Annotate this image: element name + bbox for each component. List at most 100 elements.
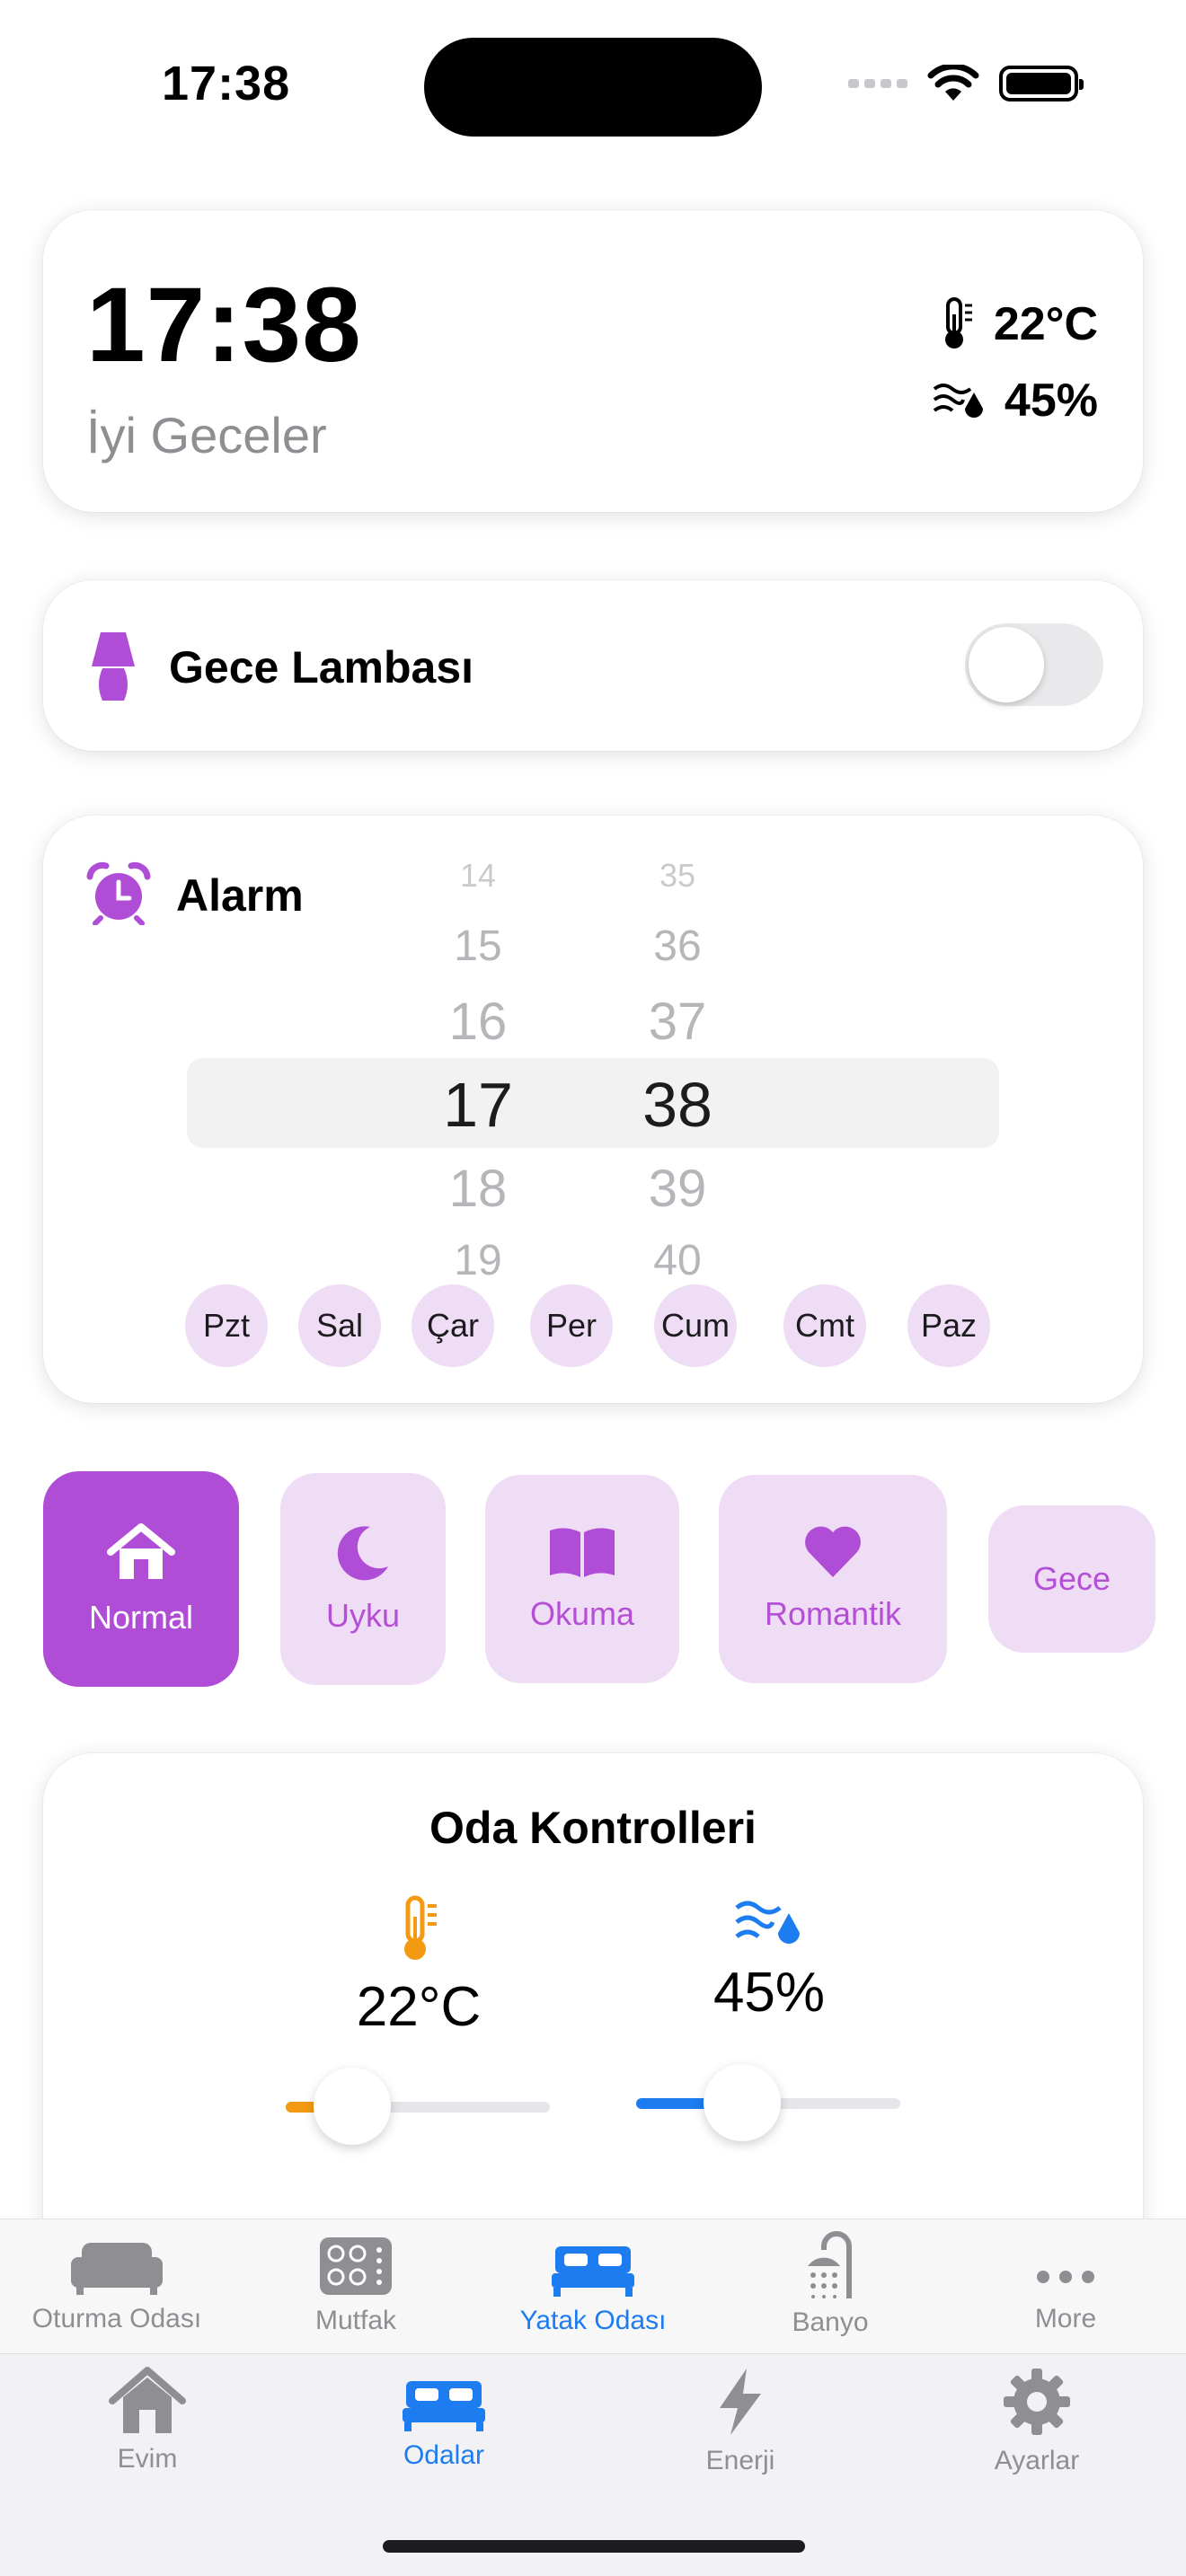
time-picker-selection-band	[187, 1058, 999, 1148]
greeting-text: İyi Geceler	[86, 407, 327, 463]
picker-minute: 40	[653, 1237, 702, 1284]
status-icons	[848, 65, 1084, 102]
tab-odalar[interactable]: Odalar	[372, 2378, 516, 2471]
tab-evim[interactable]: Evim	[75, 2367, 219, 2475]
picker-minute: 37	[648, 992, 707, 1051]
room-controls-title: Oda Kontrolleri	[429, 1803, 757, 1853]
status-time: 17:38	[162, 57, 291, 110]
clock-card: 17:38 İyi Geceler 22°C 45%	[43, 210, 1143, 512]
clock-time: 17:38	[86, 266, 362, 384]
mode-label: Romantik	[764, 1595, 902, 1632]
picker-minute: 35	[659, 857, 696, 894]
day-chip-pzt[interactable]: Pzt	[185, 1284, 268, 1367]
mode-romantic-button[interactable]: Romantik	[719, 1475, 947, 1683]
tab-label: More	[1034, 2304, 1097, 2333]
house-icon	[109, 2367, 186, 2433]
tab-label: Evim	[117, 2444, 178, 2474]
battery-icon	[999, 66, 1084, 101]
room-temperature-value: 22°C	[356, 1976, 482, 2038]
temperature-slider[interactable]	[286, 2068, 550, 2145]
tab-enerji[interactable]: Enerji	[668, 2367, 812, 2476]
tab-label: Mutfak	[314, 2306, 397, 2335]
picker-hour: 15	[454, 922, 502, 970]
picker-hour: 16	[448, 992, 508, 1051]
tab-label: Oturma Odası	[31, 2304, 202, 2333]
day-chip-cmt[interactable]: Cmt	[783, 1284, 866, 1367]
tab-banyo[interactable]: Banyo	[758, 2230, 902, 2338]
shower-icon	[808, 2231, 852, 2298]
tab-label: Ayarlar	[994, 2446, 1080, 2475]
alarm-clock-icon	[86, 861, 151, 925]
bed-icon	[403, 2381, 485, 2431]
mode-reading-button[interactable]: Okuma	[485, 1475, 679, 1683]
tab-mutfak[interactable]: Mutfak	[284, 2236, 428, 2336]
house-icon	[107, 1523, 175, 1579]
tab-label: Odalar	[403, 2440, 485, 2470]
stove-icon	[320, 2237, 392, 2295]
moon-icon	[337, 1526, 388, 1581]
bolt-icon	[720, 2369, 761, 2435]
tab-more[interactable]: More	[994, 2259, 1137, 2334]
wifi-icon	[927, 65, 979, 101]
thermometer-icon	[944, 297, 972, 348]
home-indicator	[383, 2540, 805, 2553]
picker-hour: 14	[459, 857, 497, 894]
picker-minute: 36	[653, 922, 702, 970]
status-bar: 17:38	[0, 0, 1186, 171]
mode-night-button[interactable]: Gece	[988, 1505, 1155, 1653]
humidity-icon	[735, 1901, 800, 1944]
room-humidity-value: 45%	[712, 1962, 826, 2024]
humidity-slider-knob[interactable]	[704, 2064, 781, 2141]
mode-normal-button[interactable]: Normal	[43, 1471, 239, 1687]
day-chip-per[interactable]: Per	[530, 1284, 613, 1367]
mode-sleep-button[interactable]: Uyku	[280, 1473, 446, 1685]
alarm-card: Alarm 14 15 16 17 18 19 35 36 37 38 39 4…	[43, 816, 1143, 1403]
tab-oturma-odasi[interactable]: Oturma Odası	[18, 2239, 216, 2334]
thermometer-icon	[404, 1895, 437, 1960]
tab-label: Yatak Odası	[519, 2306, 667, 2335]
room-controls-card: Oda Kontrolleri 22°C 45%	[43, 1753, 1143, 2292]
picker-hour: 19	[454, 1237, 502, 1284]
room-humidity-control: 45%	[661, 1897, 877, 2025]
humidity-icon	[933, 384, 983, 419]
day-chip-cum[interactable]: Cum	[654, 1284, 737, 1367]
humidity-readout: 45%	[933, 374, 1098, 428]
picker-hour-selected: 17	[443, 1070, 513, 1140]
temperature-slider-knob[interactable]	[314, 2068, 391, 2145]
alarm-day-selector: Pzt Sal Çar Per Cum Cmt Paz	[185, 1284, 1048, 1367]
temperature-readout: 22°C	[940, 296, 1098, 352]
book-icon	[550, 1528, 615, 1577]
night-lamp-card: Gece Lambası	[43, 580, 1143, 751]
picker-minute-selected: 38	[642, 1070, 712, 1140]
mode-label: Normal	[88, 1599, 193, 1636]
room-tab-bar: Oturma Odası Mutfak Yatak Odası Banyo Mo…	[0, 2219, 1186, 2353]
cellular-signal-icon	[848, 79, 907, 88]
temperature-value: 22°C	[993, 298, 1098, 350]
tab-label: Enerji	[705, 2446, 775, 2475]
day-chip-sal[interactable]: Sal	[298, 1284, 381, 1367]
humidity-value: 45%	[1004, 375, 1098, 427]
night-lamp-toggle[interactable]	[965, 623, 1103, 706]
picker-hour: 18	[448, 1160, 508, 1218]
mode-label: Gece	[1032, 1560, 1111, 1597]
day-chip-car[interactable]: Çar	[412, 1284, 494, 1367]
ellipsis-icon	[1037, 2271, 1094, 2283]
bed-icon	[552, 2246, 634, 2297]
lamp-icon	[92, 632, 135, 701]
sofa-icon	[71, 2243, 163, 2295]
heart-icon	[805, 1526, 861, 1577]
tab-label: Banyo	[792, 2307, 869, 2337]
toggle-knob	[969, 627, 1044, 702]
picker-minute: 39	[648, 1160, 707, 1218]
day-chip-paz[interactable]: Paz	[907, 1284, 990, 1367]
alarm-label: Alarm	[176, 870, 304, 921]
humidity-slider[interactable]	[636, 2064, 900, 2141]
gear-icon	[1004, 2369, 1070, 2435]
tab-yatak-odasi[interactable]: Yatak Odası	[503, 2243, 683, 2336]
room-temperature-control: 22°C	[311, 1895, 527, 2039]
dynamic-island	[424, 38, 762, 137]
night-lamp-label: Gece Lambası	[169, 642, 474, 693]
mode-label: Uyku	[325, 1597, 401, 1634]
mode-label: Okuma	[529, 1595, 635, 1632]
tab-ayarlar[interactable]: Ayarlar	[965, 2367, 1109, 2476]
